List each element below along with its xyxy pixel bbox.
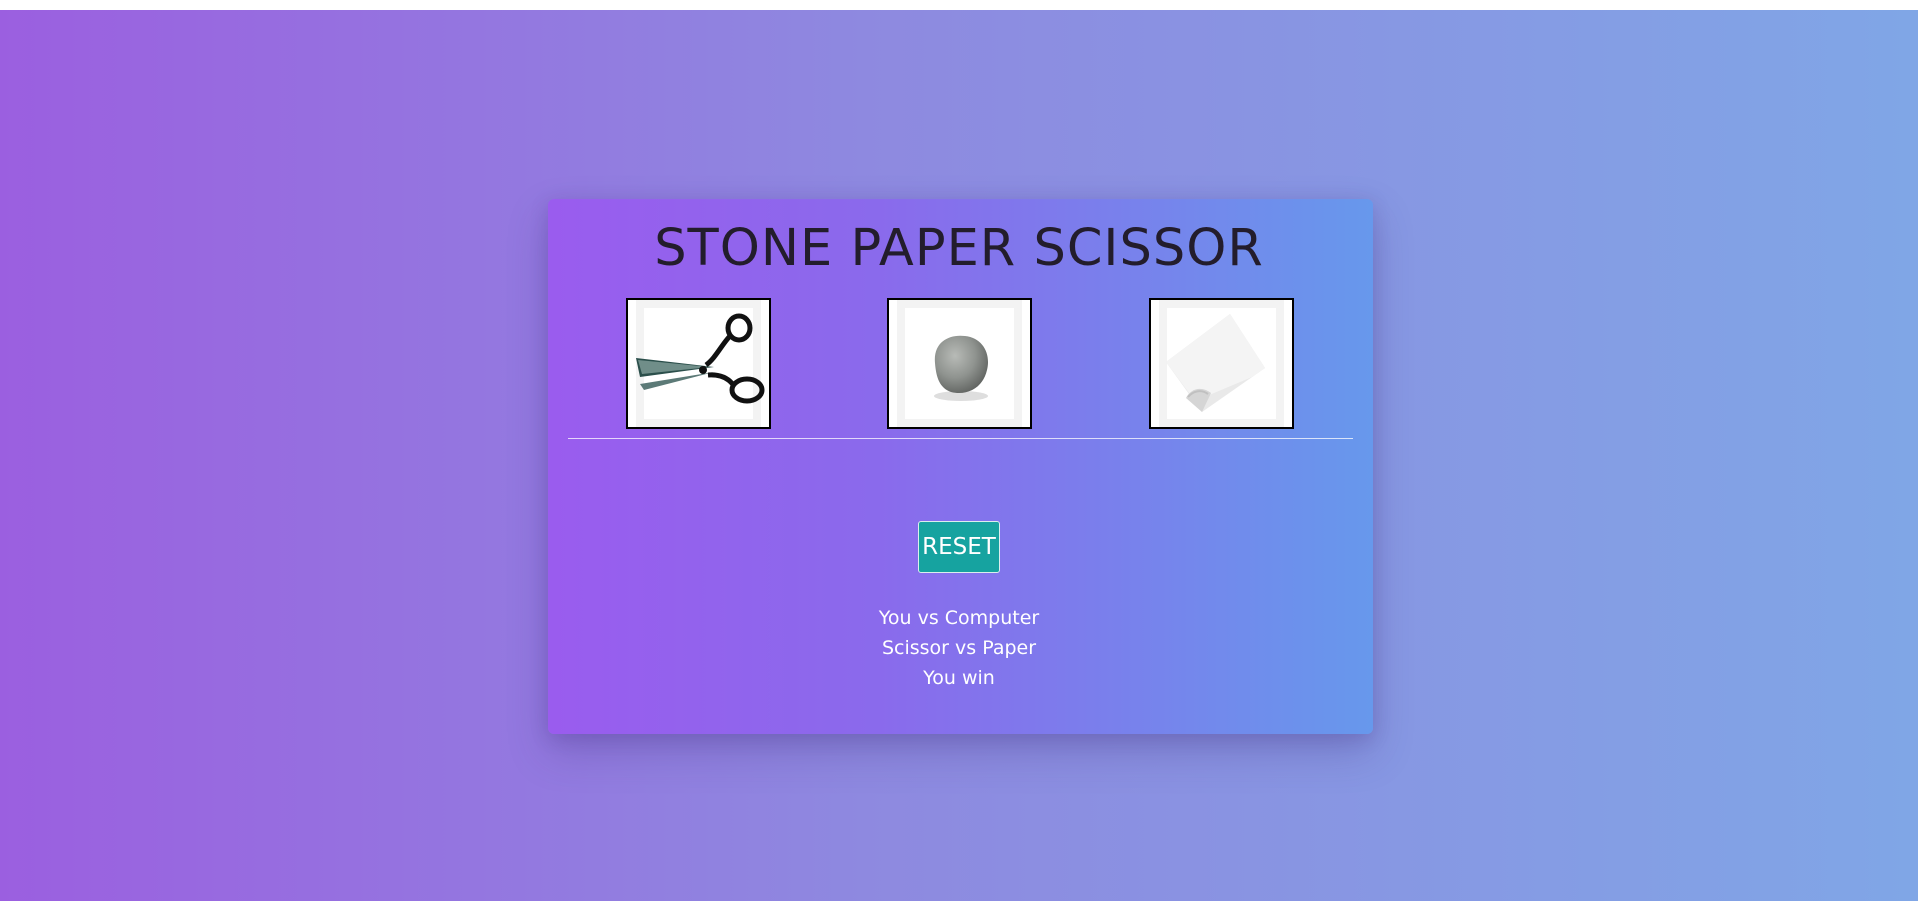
result-line-outcome: You win [923,667,995,689]
divider-line [568,438,1353,439]
paper-icon [1166,314,1265,412]
scissors-icon [636,313,765,404]
page-title: STONE PAPER SCISSOR [654,219,1264,278]
reset-button[interactable]: RESET [918,521,1000,573]
stone-choice-button[interactable] [887,298,1032,429]
paper-choice-button[interactable] [1149,298,1294,429]
scissor-choice-button[interactable] [626,298,771,429]
result-line-players: You vs Computer [878,607,1040,629]
stone-icon [934,335,989,401]
result-line-choices: Scissor vs Paper [881,637,1037,659]
